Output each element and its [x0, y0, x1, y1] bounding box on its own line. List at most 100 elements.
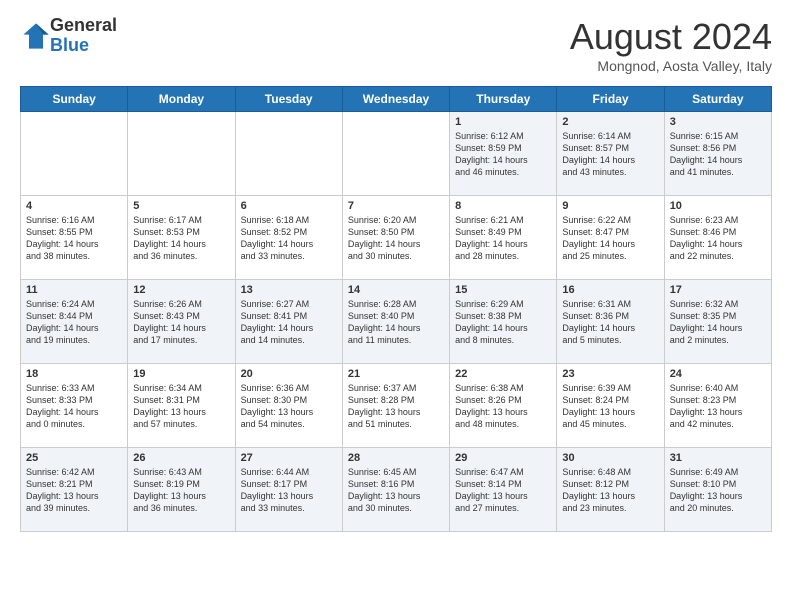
calendar-cell	[21, 112, 128, 196]
day-number: 22	[455, 368, 551, 380]
logo-icon	[22, 22, 50, 50]
calendar-cell: 3 Sunrise: 6:15 AM Sunset: 8:56 PM Daylig…	[664, 112, 771, 196]
day-number: 9	[562, 200, 658, 212]
day-info: Sunrise: 6:37 AM Sunset: 8:28 PM Dayligh…	[348, 382, 444, 431]
calendar-body: 1Sunrise: 6:12 AM Sunset: 8:59 PM Daylig…	[21, 112, 772, 532]
title-block: August 2024 Mongnod, Aosta Valley, Italy	[570, 16, 772, 74]
day-info: Sunrise: 6:27 AM Sunset: 8:41 PM Dayligh…	[241, 298, 337, 347]
logo: General Blue	[20, 16, 117, 56]
day-number: 18	[26, 368, 122, 380]
day-number: 15	[455, 284, 551, 296]
day-header-saturday: Saturday	[664, 87, 771, 112]
header: General Blue August 2024 Mongnod, Aosta …	[20, 16, 772, 74]
day-info: Sunrise: 6:39 AM Sunset: 8:24 PM Dayligh…	[562, 382, 658, 431]
calendar-cell: 20Sunrise: 6:36 AM Sunset: 8:30 PM Dayli…	[235, 364, 342, 448]
calendar-cell: 5Sunrise: 6:17 AM Sunset: 8:53 PM Daylig…	[128, 196, 235, 280]
calendar-cell: 18 Sunrise: 6:33 AM Sunset: 8:33 PM Dayli…	[21, 364, 128, 448]
calendar-cell: 9Sunrise: 6:22 AM Sunset: 8:47 PM Daylig…	[557, 196, 664, 280]
day-info: Sunrise: 6:33 AM Sunset: 8:33 PM Dayligh…	[26, 382, 122, 431]
calendar-cell: 1Sunrise: 6:12 AM Sunset: 8:59 PM Daylig…	[450, 112, 557, 196]
day-number: 19	[133, 368, 229, 380]
day-info: Sunrise: 6:26 AM Sunset: 8:43 PM Dayligh…	[133, 298, 229, 347]
day-number: 11	[26, 284, 122, 296]
location: Mongnod, Aosta Valley, Italy	[570, 58, 772, 74]
day-info: Sunrise: 6:28 AM Sunset: 8:40 PM Dayligh…	[348, 298, 444, 347]
calendar-cell	[342, 112, 449, 196]
day-number: 5	[133, 200, 229, 212]
week-row-3: 11 Sunrise: 6:24 AM Sunset: 8:44 PM Dayli…	[21, 280, 772, 364]
day-number: 28	[348, 452, 444, 464]
day-number: 26	[133, 452, 229, 464]
day-info: Sunrise: 6:40 AM Sunset: 8:23 PM Dayligh…	[670, 382, 766, 431]
day-info: Sunrise: 6:42 AM Sunset: 8:21 PM Dayligh…	[26, 466, 122, 515]
day-info: Sunrise: 6:31 AM Sunset: 8:36 PM Dayligh…	[562, 298, 658, 347]
day-number: 31	[670, 452, 766, 464]
calendar-cell: 8Sunrise: 6:21 AM Sunset: 8:49 PM Daylig…	[450, 196, 557, 280]
day-info: Sunrise: 6:34 AM Sunset: 8:31 PM Dayligh…	[133, 382, 229, 431]
calendar-cell	[128, 112, 235, 196]
calendar-cell: 11 Sunrise: 6:24 AM Sunset: 8:44 PM Dayli…	[21, 280, 128, 364]
calendar-cell: 16 Sunrise: 6:31 AM Sunset: 8:36 PM Dayli…	[557, 280, 664, 364]
day-number: 16	[562, 284, 658, 296]
day-number: 25	[26, 452, 122, 464]
day-header-tuesday: Tuesday	[235, 87, 342, 112]
calendar-page: General Blue August 2024 Mongnod, Aosta …	[0, 0, 792, 542]
calendar-header: SundayMondayTuesdayWednesdayThursdayFrid…	[21, 87, 772, 112]
calendar-cell: 31 Sunrise: 6:49 AM Sunset: 8:10 PM Dayli…	[664, 448, 771, 532]
day-info: Sunrise: 6:20 AM Sunset: 8:50 PM Dayligh…	[348, 214, 444, 263]
day-number: 27	[241, 452, 337, 464]
day-header-friday: Friday	[557, 87, 664, 112]
calendar-cell: 6Sunrise: 6:18 AM Sunset: 8:52 PM Daylig…	[235, 196, 342, 280]
day-info: Sunrise: 6:36 AM Sunset: 8:30 PM Dayligh…	[241, 382, 337, 431]
day-number: 2	[562, 116, 658, 128]
calendar-cell	[235, 112, 342, 196]
day-number: 4	[26, 200, 122, 212]
day-info: Sunrise: 6:21 AM Sunset: 8:49 PM Dayligh…	[455, 214, 551, 263]
calendar-cell: 22Sunrise: 6:38 AM Sunset: 8:26 PM Dayli…	[450, 364, 557, 448]
calendar-cell: 28 Sunrise: 6:45 AM Sunset: 8:16 PM Dayli…	[342, 448, 449, 532]
day-number: 29	[455, 452, 551, 464]
calendar-cell: 7Sunrise: 6:20 AM Sunset: 8:50 PM Daylig…	[342, 196, 449, 280]
day-info: Sunrise: 6:12 AM Sunset: 8:59 PM Dayligh…	[455, 130, 551, 179]
day-info: Sunrise: 6:45 AM Sunset: 8:16 PM Dayligh…	[348, 466, 444, 515]
header-row: SundayMondayTuesdayWednesdayThursdayFrid…	[21, 87, 772, 112]
calendar-cell: 23 Sunrise: 6:39 AM Sunset: 8:24 PM Dayli…	[557, 364, 664, 448]
day-info: Sunrise: 6:47 AM Sunset: 8:14 PM Dayligh…	[455, 466, 551, 515]
day-info: Sunrise: 6:18 AM Sunset: 8:52 PM Dayligh…	[241, 214, 337, 263]
logo-general-text: General	[50, 16, 117, 36]
calendar-cell: 19 Sunrise: 6:34 AM Sunset: 8:31 PM Dayli…	[128, 364, 235, 448]
calendar-cell: 25 Sunrise: 6:42 AM Sunset: 8:21 PM Dayli…	[21, 448, 128, 532]
day-number: 23	[562, 368, 658, 380]
day-number: 10	[670, 200, 766, 212]
day-header-thursday: Thursday	[450, 87, 557, 112]
day-number: 17	[670, 284, 766, 296]
calendar-cell: 29 Sunrise: 6:47 AM Sunset: 8:14 PM Dayli…	[450, 448, 557, 532]
day-number: 21	[348, 368, 444, 380]
logo-text: General Blue	[50, 16, 117, 56]
week-row-5: 25 Sunrise: 6:42 AM Sunset: 8:21 PM Dayli…	[21, 448, 772, 532]
calendar-cell: 10 Sunrise: 6:23 AM Sunset: 8:46 PM Dayli…	[664, 196, 771, 280]
calendar-cell: 17 Sunrise: 6:32 AM Sunset: 8:35 PM Dayli…	[664, 280, 771, 364]
day-info: Sunrise: 6:23 AM Sunset: 8:46 PM Dayligh…	[670, 214, 766, 263]
day-number: 30	[562, 452, 658, 464]
calendar-cell: 14Sunrise: 6:28 AM Sunset: 8:40 PM Dayli…	[342, 280, 449, 364]
day-info: Sunrise: 6:29 AM Sunset: 8:38 PM Dayligh…	[455, 298, 551, 347]
day-number: 24	[670, 368, 766, 380]
day-info: Sunrise: 6:49 AM Sunset: 8:10 PM Dayligh…	[670, 466, 766, 515]
calendar-cell: 4Sunrise: 6:16 AM Sunset: 8:55 PM Daylig…	[21, 196, 128, 280]
week-row-1: 1Sunrise: 6:12 AM Sunset: 8:59 PM Daylig…	[21, 112, 772, 196]
day-info: Sunrise: 6:32 AM Sunset: 8:35 PM Dayligh…	[670, 298, 766, 347]
day-number: 3	[670, 116, 766, 128]
day-info: Sunrise: 6:15 AM Sunset: 8:56 PM Dayligh…	[670, 130, 766, 179]
month-title: August 2024	[570, 16, 772, 58]
calendar-cell: 2Sunrise: 6:14 AM Sunset: 8:57 PM Daylig…	[557, 112, 664, 196]
calendar-table: SundayMondayTuesdayWednesdayThursdayFrid…	[20, 86, 772, 532]
week-row-4: 18 Sunrise: 6:33 AM Sunset: 8:33 PM Dayli…	[21, 364, 772, 448]
day-info: Sunrise: 6:44 AM Sunset: 8:17 PM Dayligh…	[241, 466, 337, 515]
calendar-cell: 13 Sunrise: 6:27 AM Sunset: 8:41 PM Dayli…	[235, 280, 342, 364]
day-info: Sunrise: 6:24 AM Sunset: 8:44 PM Dayligh…	[26, 298, 122, 347]
calendar-cell: 21 Sunrise: 6:37 AM Sunset: 8:28 PM Dayli…	[342, 364, 449, 448]
calendar-cell: 26Sunrise: 6:43 AM Sunset: 8:19 PM Dayli…	[128, 448, 235, 532]
day-number: 13	[241, 284, 337, 296]
calendar-cell: 30Sunrise: 6:48 AM Sunset: 8:12 PM Dayli…	[557, 448, 664, 532]
